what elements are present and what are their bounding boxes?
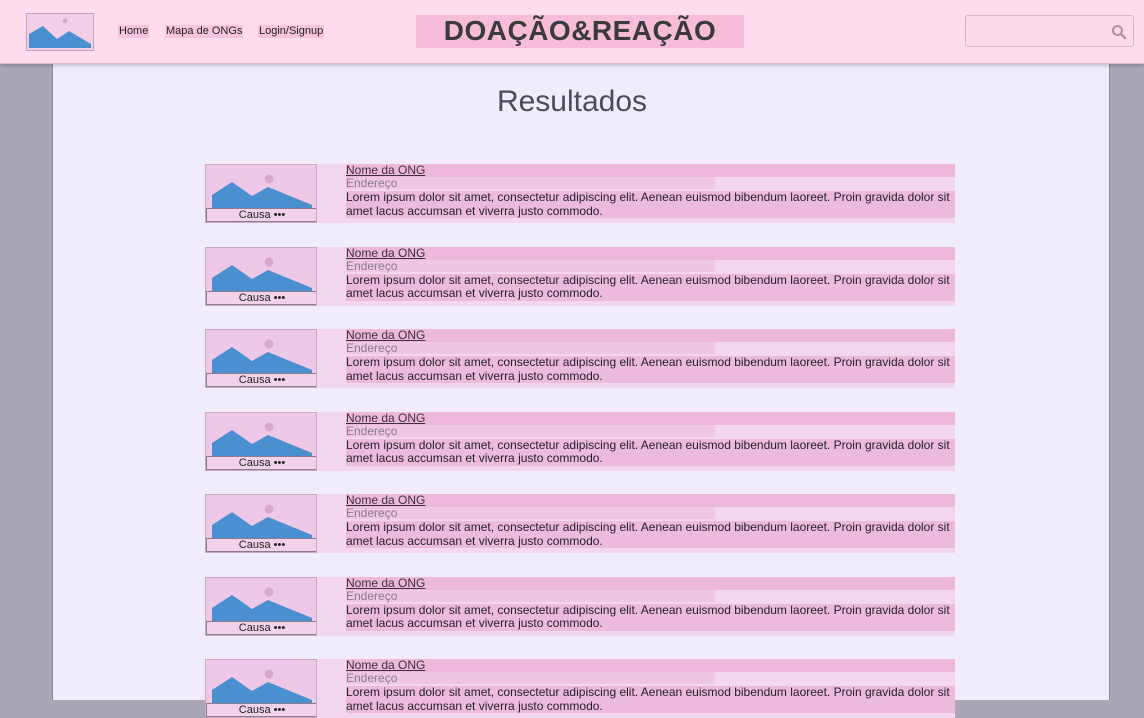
ong-name-link[interactable]: Nome da ONG: [346, 329, 955, 342]
nav-login-link[interactable]: Login/Signup: [258, 25, 325, 38]
ong-name-link[interactable]: Nome da ONG: [346, 246, 955, 260]
cause-tag[interactable]: Causa •••: [206, 455, 316, 470]
image-placeholder-icon: [208, 579, 314, 624]
ong-image: Causa •••: [205, 411, 317, 471]
ong-image: Causa •••: [205, 494, 317, 553]
cause-tag[interactable]: Causa •••: [206, 703, 316, 717]
image-placeholder-icon: [208, 497, 314, 541]
ong-address: Endereço: [346, 672, 715, 684]
ong-description: Lorem ipsum dolor sit amet, consectetur …: [346, 603, 955, 631]
search-box: [965, 15, 1134, 47]
ong-name-link[interactable]: Nome da ONG: [346, 494, 955, 507]
image-placeholder-icon: [208, 414, 314, 459]
ong-image: Causa •••: [205, 164, 317, 223]
ong-description: Lorem ipsum dolor sit amet, consectetur …: [346, 438, 955, 466]
ong-image: Causa •••: [205, 246, 317, 306]
ong-address: Endereço: [346, 177, 715, 189]
list-item[interactable]: Causa ••• Nome da ONG Endereço Lorem ipsum …: [205, 246, 955, 306]
page-title: Resultados: [496, 85, 648, 118]
cause-tag[interactable]: Causa •••: [206, 538, 316, 552]
ong-name-link[interactable]: Nome da ONG: [346, 411, 955, 425]
ong-address: Endereço: [346, 259, 715, 272]
image-placeholder-icon: [208, 249, 314, 294]
ong-name-link[interactable]: Nome da ONG: [346, 164, 955, 177]
ong-description: Lorem ipsum dolor sit amet, consectetur …: [346, 273, 955, 301]
site-title: DOAÇÃO&REAÇÃO: [416, 15, 744, 48]
ong-address: Endereço: [346, 424, 715, 437]
image-placeholder-icon: [208, 167, 314, 211]
list-item[interactable]: Causa ••• Nome da ONG Endereço Lorem ipsum …: [205, 659, 955, 718]
ong-description: Lorem ipsum dolor sit amet, consectetur …: [346, 686, 955, 713]
search-input[interactable]: [970, 20, 1110, 44]
ong-image: Causa •••: [205, 659, 317, 718]
ong-description: Lorem ipsum dolor sit amet, consectetur …: [346, 191, 955, 218]
image-placeholder-icon[interactable]: [26, 13, 94, 51]
list-item[interactable]: Causa ••• Nome da ONG Endereço Lorem ipsum …: [205, 494, 955, 553]
list-item[interactable]: Causa ••• Nome da ONG Endereço Lorem ipsum …: [205, 576, 955, 636]
cause-tag[interactable]: Causa •••: [206, 208, 316, 222]
list-item[interactable]: Causa ••• Nome da ONG Endereço Lorem ipsum …: [205, 164, 955, 223]
nav-home-link[interactable]: Home: [118, 25, 150, 38]
search-icon[interactable]: [1111, 24, 1127, 40]
ong-description: Lorem ipsum dolor sit amet, consectetur …: [346, 356, 955, 383]
header: Home Mapa de ONGs Login/Signup DOAÇÃO&RE…: [0, 0, 1144, 64]
cause-tag[interactable]: Causa •••: [206, 290, 316, 305]
ong-description: Lorem ipsum dolor sit amet, consectetur …: [346, 521, 955, 548]
cause-tag[interactable]: Causa •••: [206, 620, 316, 635]
ong-address: Endereço: [346, 342, 715, 354]
list-item[interactable]: Causa ••• Nome da ONG Endereço Lorem ipsum …: [205, 329, 955, 388]
ong-address: Endereço: [346, 589, 715, 602]
cause-tag[interactable]: Causa •••: [206, 373, 316, 387]
ong-image: Causa •••: [205, 576, 317, 636]
ong-name-link[interactable]: Nome da ONG: [346, 659, 955, 672]
list-item[interactable]: Causa ••• Nome da ONG Endereço Lorem ipsum …: [205, 411, 955, 471]
image-placeholder-icon: [208, 332, 314, 376]
ong-name-link[interactable]: Nome da ONG: [346, 576, 955, 590]
ong-address: Endereço: [346, 507, 715, 519]
nav-map-link[interactable]: Mapa de ONGs: [165, 25, 244, 38]
ong-image: Causa •••: [205, 329, 317, 388]
image-placeholder-icon: [208, 662, 314, 706]
